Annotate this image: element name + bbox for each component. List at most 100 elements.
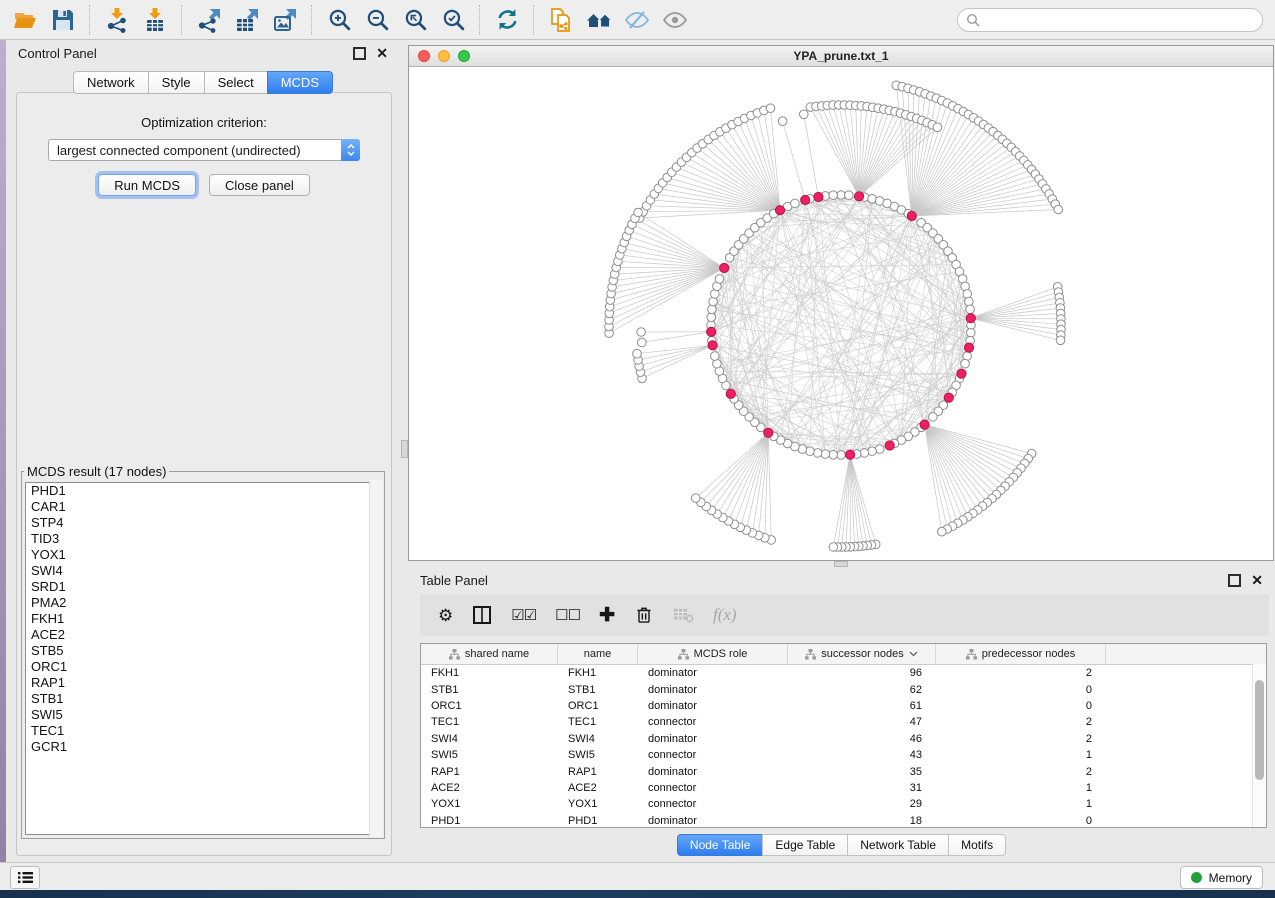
mcds-node-item[interactable]: SWI5 [26, 707, 380, 723]
tab-style[interactable]: Style [148, 71, 204, 94]
mcds-list-scrollbar[interactable] [369, 480, 383, 837]
column-header-shared-name[interactable]: shared name [421, 644, 558, 664]
add-column-icon[interactable]: ✚ [599, 606, 615, 625]
import-table-button[interactable] [136, 3, 174, 37]
show-details-button[interactable] [656, 3, 694, 37]
table-row[interactable]: ACE2ACE2connector311 [421, 780, 1266, 796]
table-row[interactable]: FKH1FKH1dominator962 [421, 665, 1266, 681]
hide-details-button[interactable] [618, 3, 656, 37]
close-panel-icon[interactable]: ✕ [376, 46, 388, 60]
scrollbar-thumb[interactable] [1255, 680, 1264, 780]
tab-network-table[interactable]: Network Table [847, 834, 948, 856]
table-row[interactable]: RAP1RAP1dominator352 [421, 763, 1266, 779]
tab-motifs[interactable]: Motifs [948, 834, 1006, 856]
table-cell: connector [638, 782, 788, 794]
table-cell: TEC1 [421, 716, 558, 728]
tab-mcds[interactable]: MCDS [267, 71, 333, 94]
search-icon [966, 13, 980, 27]
column-header-predecessor-nodes[interactable]: predecessor nodes [936, 644, 1106, 664]
zoom-fit-button[interactable] [396, 3, 434, 37]
tab-select[interactable]: Select [204, 71, 267, 94]
select-all-icon[interactable]: ☑☑ [511, 608, 536, 623]
import-network-button[interactable] [98, 3, 136, 37]
close-panel-button[interactable]: Close panel [209, 174, 310, 196]
maximize-window-icon[interactable] [458, 50, 470, 62]
float-panel-icon[interactable] [353, 47, 366, 60]
function-builder-icon[interactable]: f(x) [713, 605, 737, 625]
table-row[interactable]: ORC1ORC1dominator610 [421, 698, 1266, 714]
mcds-node-item[interactable]: RAP1 [26, 675, 380, 691]
table-cell: dominator [638, 667, 788, 679]
mcds-result-list[interactable]: PHD1CAR1STP4TID3YOX1SWI4SRD1PMA2FKH1ACE2… [25, 482, 381, 835]
table-cell: SWI4 [558, 733, 638, 745]
memory-button[interactable]: Memory [1180, 866, 1263, 889]
splitter-grip[interactable] [401, 440, 408, 458]
export-table-button[interactable] [228, 3, 266, 37]
mcds-node-item[interactable]: PHD1 [26, 483, 380, 499]
mcds-node-item[interactable]: TEC1 [26, 723, 380, 739]
network-window-titlebar[interactable]: YPA_prune.txt_1 [409, 46, 1273, 67]
table-row[interactable]: YOX1YOX1connector291 [421, 796, 1266, 812]
table-scrollbar[interactable] [1252, 664, 1266, 827]
column-header-MCDS-role[interactable]: MCDS role [638, 644, 788, 664]
table-cell: 46 [788, 733, 936, 745]
show-columns-icon[interactable] [472, 605, 492, 625]
export-image-button[interactable] [266, 3, 304, 37]
vertical-splitter[interactable] [400, 40, 408, 862]
network-graph-canvas[interactable] [409, 67, 1273, 560]
first-neighbors-button[interactable] [580, 3, 618, 37]
table-cell: PHD1 [558, 815, 638, 827]
toolbar-separator [89, 5, 91, 35]
refresh-view-button[interactable] [488, 3, 526, 37]
table-row[interactable]: SWI4SWI4dominator462 [421, 731, 1266, 747]
table-body[interactable]: FKH1FKH1dominator962STB1STB1dominator620… [421, 665, 1266, 828]
mcds-node-item[interactable]: CAR1 [26, 499, 380, 515]
table-row[interactable]: STB1STB1dominator620 [421, 681, 1266, 697]
mcds-node-item[interactable]: ORC1 [26, 659, 380, 675]
mcds-node-item[interactable]: STB5 [26, 643, 380, 659]
delete-table-icon[interactable] [673, 606, 694, 624]
minimize-window-icon[interactable] [438, 50, 450, 62]
table-cell: 0 [936, 700, 1106, 712]
run-mcds-button[interactable]: Run MCDS [98, 174, 196, 196]
deselect-all-icon[interactable]: ☐☐ [555, 608, 580, 623]
table-mode-gear-icon[interactable]: ⚙ [438, 607, 453, 624]
float-panel-icon[interactable] [1228, 574, 1241, 587]
close-window-icon[interactable] [418, 50, 430, 62]
mcds-node-item[interactable]: FKH1 [26, 611, 380, 627]
mcds-node-item[interactable]: PMA2 [26, 595, 380, 611]
table-cell: 29 [788, 798, 936, 810]
mcds-node-item[interactable]: GCR1 [26, 739, 380, 755]
duplicate-network-button[interactable] [542, 3, 580, 37]
table-row[interactable]: TEC1TEC1connector472 [421, 714, 1266, 730]
column-header-successor-nodes[interactable]: successor nodes [788, 644, 936, 664]
table-cell: SWI5 [421, 749, 558, 761]
export-network-button[interactable] [190, 3, 228, 37]
mcds-node-item[interactable]: SRD1 [26, 579, 380, 595]
tab-node-table[interactable]: Node Table [677, 834, 763, 856]
search-input[interactable] [986, 12, 1254, 28]
table-row[interactable]: PHD1PHD1dominator180 [421, 813, 1266, 828]
table-panel-title: Table Panel [420, 573, 488, 588]
close-panel-icon[interactable]: ✕ [1251, 573, 1263, 587]
list-icon [18, 871, 33, 884]
zoom-selected-button[interactable] [434, 3, 472, 37]
delete-columns-trash-icon[interactable] [634, 605, 654, 625]
mcds-node-item[interactable]: TID3 [26, 531, 380, 547]
mcds-node-item[interactable]: YOX1 [26, 547, 380, 563]
zoom-out-button[interactable] [358, 3, 396, 37]
open-file-button[interactable] [6, 3, 44, 37]
tab-edge-table[interactable]: Edge Table [762, 834, 847, 856]
tab-network[interactable]: Network [73, 71, 148, 94]
save-session-button[interactable] [44, 3, 82, 37]
mcds-node-item[interactable]: STB1 [26, 691, 380, 707]
column-header-name[interactable]: name [558, 644, 638, 664]
zoom-in-button[interactable] [320, 3, 358, 37]
mcds-node-item[interactable]: SWI4 [26, 563, 380, 579]
mcds-node-item[interactable]: ACE2 [26, 627, 380, 643]
mcds-node-item[interactable]: STP4 [26, 515, 380, 531]
select-stepper-icon [341, 139, 360, 161]
task-history-button[interactable] [10, 866, 40, 889]
criterion-select[interactable]: largest connected component (undirected) [48, 139, 360, 161]
table-row[interactable]: SWI5SWI5connector431 [421, 747, 1266, 763]
